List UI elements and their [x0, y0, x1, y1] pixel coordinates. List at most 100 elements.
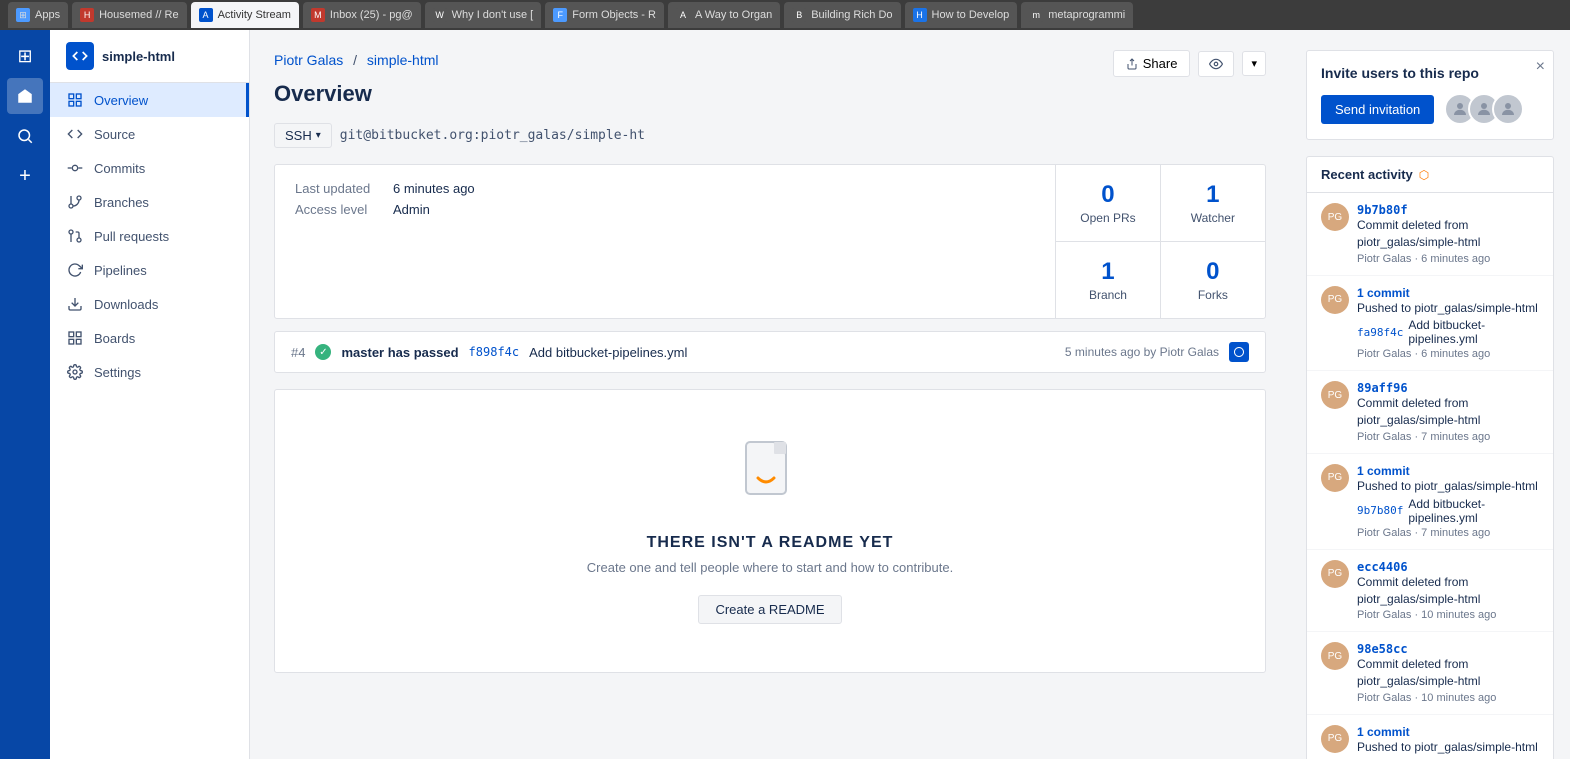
avatar: PG [1321, 560, 1349, 588]
tab-formobjects[interactable]: F Form Objects - R [545, 2, 664, 28]
overview-icon [66, 91, 84, 109]
activity-body-1: 9b7b80f Commit deleted from piotr_galas/… [1357, 203, 1539, 265]
tab-favicon-housemed: H [80, 8, 94, 22]
avatar-group [1444, 93, 1524, 125]
watch-button[interactable] [1198, 51, 1234, 77]
activity-item: PG 9b7b80f Commit deleted from piotr_gal… [1307, 193, 1553, 276]
pipeline-message[interactable]: Add bitbucket-pipelines.yml [529, 345, 1055, 360]
source-icon [66, 125, 84, 143]
tab-buildingrich[interactable]: B Building Rich Do [784, 2, 900, 28]
nav-label-settings: Settings [94, 365, 141, 380]
activity-body-7: 1 commit Pushed to piotr_galas/simple-ht… [1357, 725, 1539, 759]
ssh-button[interactable]: SSH ▾ [274, 123, 332, 148]
tab-favicon-meta: m [1029, 8, 1043, 22]
repo-icon [66, 42, 94, 70]
activity-commit-msg-2: Add bitbucket-pipelines.yml [1408, 318, 1539, 346]
eye-icon [1209, 57, 1223, 71]
pipeline-number: #4 [291, 345, 305, 360]
nav-item-source[interactable]: Source [50, 117, 249, 151]
tab-awaytoorg[interactable]: A A Way to Organ [668, 2, 780, 28]
tab-housemed[interactable]: H Housemed // Re [72, 2, 186, 28]
breadcrumb-user[interactable]: Piotr Galas [274, 52, 343, 68]
nav-item-commits[interactable]: Commits [50, 151, 249, 185]
nav-item-settings[interactable]: Settings [50, 355, 249, 389]
activity-body-4: 1 commit Pushed to piotr_galas/simple-ht… [1357, 464, 1539, 539]
pipeline-hash[interactable]: f898f4c [469, 345, 520, 359]
invite-close-button[interactable]: × [1536, 59, 1545, 75]
stat-label-open-prs: Open PRs [1080, 211, 1135, 225]
activity-commit-hash-2[interactable]: fa98f4c [1357, 326, 1403, 339]
nav-item-downloads[interactable]: Downloads [50, 287, 249, 321]
activity-commit-msg-4: Add bitbucket-pipelines.yml [1408, 497, 1539, 525]
readme-empty-desc: Create one and tell people where to star… [587, 560, 953, 575]
invite-banner: × Invite users to this repo Send invitat… [1306, 50, 1554, 140]
activity-hash-6[interactable]: 98e58cc [1357, 642, 1539, 656]
build-icon [1229, 342, 1249, 362]
nav-item-boards[interactable]: Boards [50, 321, 249, 355]
nav-item-pipelines[interactable]: Pipelines [50, 253, 249, 287]
activity-body-2: 1 commit Pushed to piotr_galas/simple-ht… [1357, 286, 1539, 361]
rss-icon[interactable]: ⬡ [1419, 168, 1429, 182]
stat-open-prs[interactable]: 0 Open PRs [1056, 165, 1160, 242]
stat-label-branches: Branch [1080, 288, 1135, 302]
activity-hash-3[interactable]: 89aff96 [1357, 381, 1539, 395]
avatar: PG [1321, 725, 1349, 753]
boards-icon [66, 329, 84, 347]
nav-item-overview[interactable]: Overview [50, 83, 249, 117]
nav-label-boards: Boards [94, 331, 135, 346]
tab-inbox[interactable]: M Inbox (25) - pg@ [303, 2, 421, 28]
access-level-label: Access level [295, 202, 385, 217]
create-readme-button[interactable]: Create a README [698, 595, 841, 624]
global-home-icon[interactable] [7, 78, 43, 114]
tab-apps[interactable]: ⊞ Apps [8, 2, 68, 28]
readme-file-icon [738, 438, 802, 518]
activity-push-label-7[interactable]: 1 commit [1357, 725, 1539, 739]
stat-number-forks: 0 [1185, 258, 1241, 286]
nav-item-branches[interactable]: Branches [50, 185, 249, 219]
stat-watchers[interactable]: 1 Watcher [1161, 165, 1265, 242]
pipeline-time: 5 minutes ago by Piotr Galas [1065, 345, 1219, 359]
global-apps-icon[interactable]: ⊞ [7, 38, 43, 74]
nav-label-downloads: Downloads [94, 297, 158, 312]
tab-activity[interactable]: A Activity Stream [191, 2, 299, 28]
stat-label-forks: Forks [1185, 288, 1241, 302]
tab-metaprog[interactable]: m metaprogrammi [1021, 2, 1133, 28]
tab-whyidont[interactable]: W Why I don't use [ [425, 2, 542, 28]
global-search-icon[interactable] [7, 118, 43, 154]
nav-label-branches: Branches [94, 195, 149, 210]
pipeline-branch[interactable]: master has passed [341, 345, 458, 360]
avatar-3 [1492, 93, 1524, 125]
repo-info-card: Last updated 6 minutes ago Access level … [274, 164, 1266, 319]
breadcrumb-repo[interactable]: simple-html [367, 52, 439, 68]
tab-label-housemed: Housemed // Re [99, 9, 178, 21]
stat-forks[interactable]: 0 Forks [1161, 242, 1265, 318]
activity-push-label-4[interactable]: 1 commit [1357, 464, 1539, 478]
tab-howtodevelop[interactable]: H How to Develop [905, 2, 1018, 28]
nav-label-pipelines: Pipelines [94, 263, 147, 278]
activity-commit-hash-4[interactable]: 9b7b80f [1357, 504, 1403, 517]
global-create-icon[interactable]: + [7, 158, 43, 194]
activity-hash-5[interactable]: ecc4406 [1357, 560, 1539, 574]
nav-item-pull-requests[interactable]: Pull requests [50, 219, 249, 253]
activity-item: PG ecc4406 Commit deleted from piotr_gal… [1307, 550, 1553, 633]
nav-label-overview: Overview [94, 93, 148, 108]
downloads-icon [66, 295, 84, 313]
commits-icon [66, 159, 84, 177]
avatar: PG [1321, 642, 1349, 670]
main-content: Piotr Galas / simple-html Share ▾ Overvi… [250, 30, 1290, 759]
send-invitation-button[interactable]: Send invitation [1321, 95, 1434, 124]
activity-text-6: Commit deleted from piotr_galas/simple-h… [1357, 656, 1539, 690]
activity-hash-1[interactable]: 9b7b80f [1357, 203, 1539, 217]
activity-push-label-2[interactable]: 1 commit [1357, 286, 1539, 300]
activity-body-5: ecc4406 Commit deleted from piotr_galas/… [1357, 560, 1539, 622]
app-layout: ⊞ + simple-html Overview [0, 30, 1570, 759]
activity-item: PG 98e58cc Commit deleted from piotr_gal… [1307, 632, 1553, 715]
tab-label-form: Form Objects - R [572, 9, 656, 21]
repo-nav: Overview Source Commits Branches [50, 83, 249, 389]
stat-branches[interactable]: 1 Branch [1056, 242, 1160, 318]
share-button[interactable]: Share [1113, 50, 1191, 77]
watch-dropdown[interactable]: ▾ [1242, 51, 1266, 76]
activity-title: Recent activity [1321, 167, 1413, 182]
tab-favicon-form: F [553, 8, 567, 22]
page-title: Overview [274, 81, 1266, 107]
